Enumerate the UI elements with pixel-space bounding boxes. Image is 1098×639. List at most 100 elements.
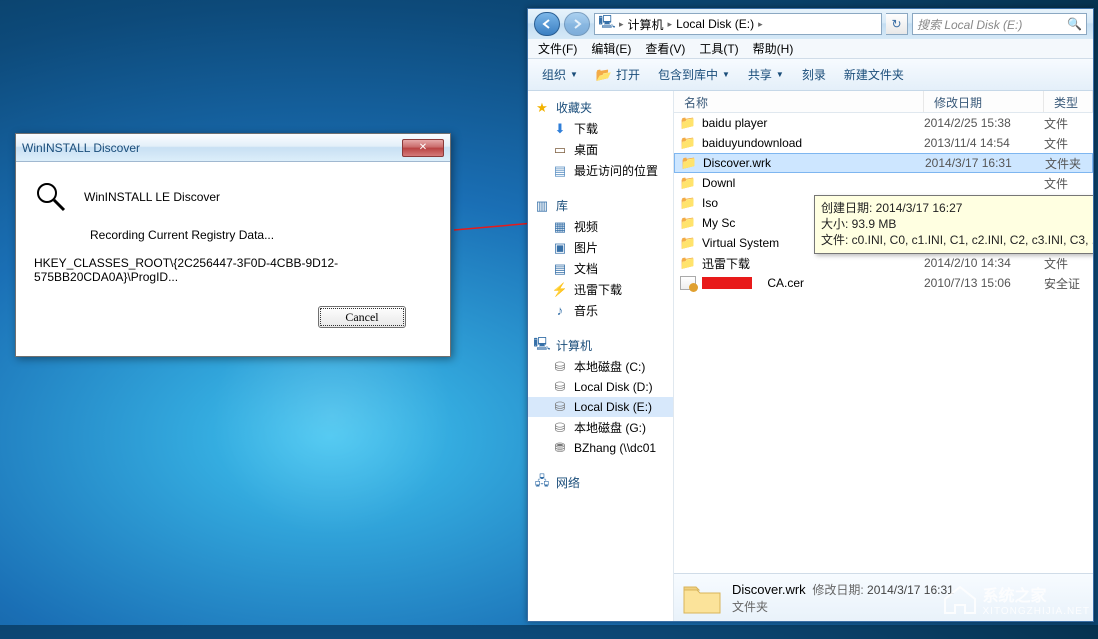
nav-netloc[interactable]: ⛃BZhang (\\dc01 xyxy=(528,438,673,458)
file-type: 文件 xyxy=(1044,115,1068,132)
nav-computer[interactable]: 🖳计算机 xyxy=(528,335,673,356)
dialog-path: HKEY_CLASSES_ROOT\{2C256447-3F0D-4CBB-9D… xyxy=(34,256,432,284)
details-kind: 文件夹 xyxy=(732,598,954,615)
nav-documents[interactable]: ▤文档 xyxy=(528,258,673,279)
file-row[interactable]: 📁Downl文件 xyxy=(674,173,1093,193)
file-row[interactable]: 📁 Discover.wrk 2014/3/17 16:31文件夹 xyxy=(674,153,1093,173)
nav-recent[interactable]: ▤最近访问的位置 xyxy=(528,160,673,181)
close-icon[interactable]: ✕ xyxy=(402,139,444,157)
nav-network[interactable]: 🖧网络 xyxy=(528,472,673,493)
file-row[interactable]: 📁 baidu player 2014/2/25 15:38文件 xyxy=(674,113,1093,133)
dialog-heading: WinINSTALL LE Discover xyxy=(84,190,220,204)
file-type: 文件 xyxy=(1044,135,1068,152)
file-row[interactable]: 📁 迅雷下载 2014/2/10 14:34文件 xyxy=(674,253,1093,273)
drive-icon: ⛁ xyxy=(552,379,568,395)
watermark: 系统之家 XITONGZHIJIA.NET xyxy=(943,582,1091,617)
col-date[interactable]: 修改日期 xyxy=(924,91,1044,112)
nav-music[interactable]: ♪音乐 xyxy=(528,300,673,321)
folder-icon: 📁 xyxy=(681,155,697,171)
nav-drive-c[interactable]: ⛁本地磁盘 (C:) xyxy=(528,356,673,377)
explorer-window: 🖳 ▸ 计算机 ▸ Local Disk (E:) ▸ ↻ 搜索 Local D… xyxy=(527,8,1094,622)
folder-open-icon: 📂 xyxy=(596,67,612,83)
nav-drive-e[interactable]: ⛁Local Disk (E:) xyxy=(528,397,673,417)
chevron-down-icon: ▼ xyxy=(776,70,784,79)
folder-large-icon xyxy=(682,581,722,615)
folder-icon: 📁 xyxy=(680,235,696,251)
toolbar-organize[interactable]: 组织▼ xyxy=(534,63,586,86)
winstall-dialog: WinINSTALL Discover ✕ WinINSTALL LE Disc… xyxy=(15,133,451,357)
folder-icon: 📁 xyxy=(680,195,696,211)
file-name: Discover.wrk xyxy=(703,156,771,170)
explorer-header: 🖳 ▸ 计算机 ▸ Local Disk (E:) ▸ ↻ 搜索 Local D… xyxy=(528,9,1093,39)
nav-forward-button[interactable] xyxy=(564,12,590,36)
menubar: 文件(F) 编辑(E) 查看(V) 工具(T) 帮助(H) xyxy=(528,39,1093,59)
nav-back-button[interactable] xyxy=(534,12,560,36)
file-type: 文件夹 xyxy=(1045,155,1081,172)
file-date: 2014/2/25 15:38 xyxy=(924,116,1044,130)
chevron-right-icon: ▸ xyxy=(758,19,763,30)
file-name: CA.cer xyxy=(767,276,804,290)
nav-desktop[interactable]: ▭桌面 xyxy=(528,139,673,160)
drive-icon: ⛁ xyxy=(552,420,568,436)
folder-icon: 📁 xyxy=(680,215,696,231)
file-row[interactable]: 📁baiduyundownload2013/11/4 14:54文件 xyxy=(674,133,1093,153)
file-name: baidu player xyxy=(702,116,767,130)
nav-pictures[interactable]: ▣图片 xyxy=(528,237,673,258)
nav-libraries[interactable]: ▥库 xyxy=(528,195,673,216)
file-tooltip: 创建日期: 2014/3/17 16:27 大小: 93.9 MB 文件: c0… xyxy=(814,195,1093,254)
recent-icon: ▤ xyxy=(552,163,568,179)
search-icon: 🔍 xyxy=(1067,17,1082,31)
file-name: baiduyundownload xyxy=(702,136,802,150)
menu-tools[interactable]: 工具(T) xyxy=(693,38,744,59)
folder-icon: 📁 xyxy=(680,115,696,131)
file-type: 安全证 xyxy=(1044,275,1080,292)
chevron-down-icon: ▼ xyxy=(722,70,730,79)
chevron-right-icon: ▸ xyxy=(619,19,624,30)
computer-icon: 🖳 xyxy=(534,338,550,354)
menu-edit[interactable]: 编辑(E) xyxy=(585,38,637,59)
col-name[interactable]: 名称 xyxy=(674,91,924,112)
menu-view[interactable]: 查看(V) xyxy=(639,38,691,59)
search-input[interactable]: 搜索 Local Disk (E:) 🔍 xyxy=(912,13,1087,35)
network-drive-icon: ⛃ xyxy=(552,440,568,456)
address-bar[interactable]: 🖳 ▸ 计算机 ▸ Local Disk (E:) ▸ xyxy=(594,13,882,35)
file-date: 2013/11/4 14:54 xyxy=(924,136,1044,150)
toolbar-open[interactable]: 📂打开 xyxy=(588,63,648,86)
nav-drive-g[interactable]: ⛁本地磁盘 (G:) xyxy=(528,417,673,438)
dialog-status: Recording Current Registry Data... xyxy=(90,228,432,242)
certificate-icon xyxy=(680,276,696,290)
file-date: 2014/3/17 16:31 xyxy=(925,156,1045,170)
toolbar-newfolder[interactable]: 新建文件夹 xyxy=(836,63,912,86)
magnifier-icon xyxy=(34,180,68,214)
nav-favorites[interactable]: ★收藏夹 xyxy=(528,97,673,118)
nav-thunder[interactable]: ⚡迅雷下载 xyxy=(528,279,673,300)
breadcrumb-computer[interactable]: 计算机 xyxy=(628,16,664,33)
cancel-button[interactable]: Cancel xyxy=(318,306,406,328)
download-icon: ⬇ xyxy=(552,121,568,137)
nav-videos[interactable]: ▦视频 xyxy=(528,216,673,237)
refresh-button[interactable]: ↻ xyxy=(886,13,908,35)
toolbar-include[interactable]: 包含到库中▼ xyxy=(650,63,738,86)
computer-icon: 🖳 xyxy=(599,16,615,32)
nav-downloads[interactable]: ⬇下载 xyxy=(528,118,673,139)
toolbar-share[interactable]: 共享▼ xyxy=(740,63,792,86)
nav-drive-d[interactable]: ⛁Local Disk (D:) xyxy=(528,377,673,397)
file-type: 文件 xyxy=(1044,255,1068,272)
toolbar-burn[interactable]: 刻录 xyxy=(794,63,834,86)
desktop-icon: ▭ xyxy=(552,142,568,158)
file-row[interactable]: CA.cer2010/7/13 15:06安全证 xyxy=(674,273,1093,293)
menu-help[interactable]: 帮助(H) xyxy=(747,38,800,59)
file-name: My Sc xyxy=(702,216,735,230)
file-name: Virtual System xyxy=(702,236,779,250)
breadcrumb-drive[interactable]: Local Disk (E:) xyxy=(676,17,754,31)
column-headers: 名称 修改日期 类型 xyxy=(674,91,1093,113)
file-type: 文件 xyxy=(1044,175,1068,192)
dialog-titlebar[interactable]: WinINSTALL Discover ✕ xyxy=(16,134,450,162)
menu-file[interactable]: 文件(F) xyxy=(532,38,583,59)
network-icon: 🖧 xyxy=(534,475,550,491)
folder-icon: 📁 xyxy=(680,255,696,271)
file-name: 迅雷下载 xyxy=(702,255,750,272)
file-date: 2014/2/10 14:34 xyxy=(924,256,1044,270)
file-name: Downl xyxy=(702,176,735,190)
col-type[interactable]: 类型 xyxy=(1044,91,1093,112)
